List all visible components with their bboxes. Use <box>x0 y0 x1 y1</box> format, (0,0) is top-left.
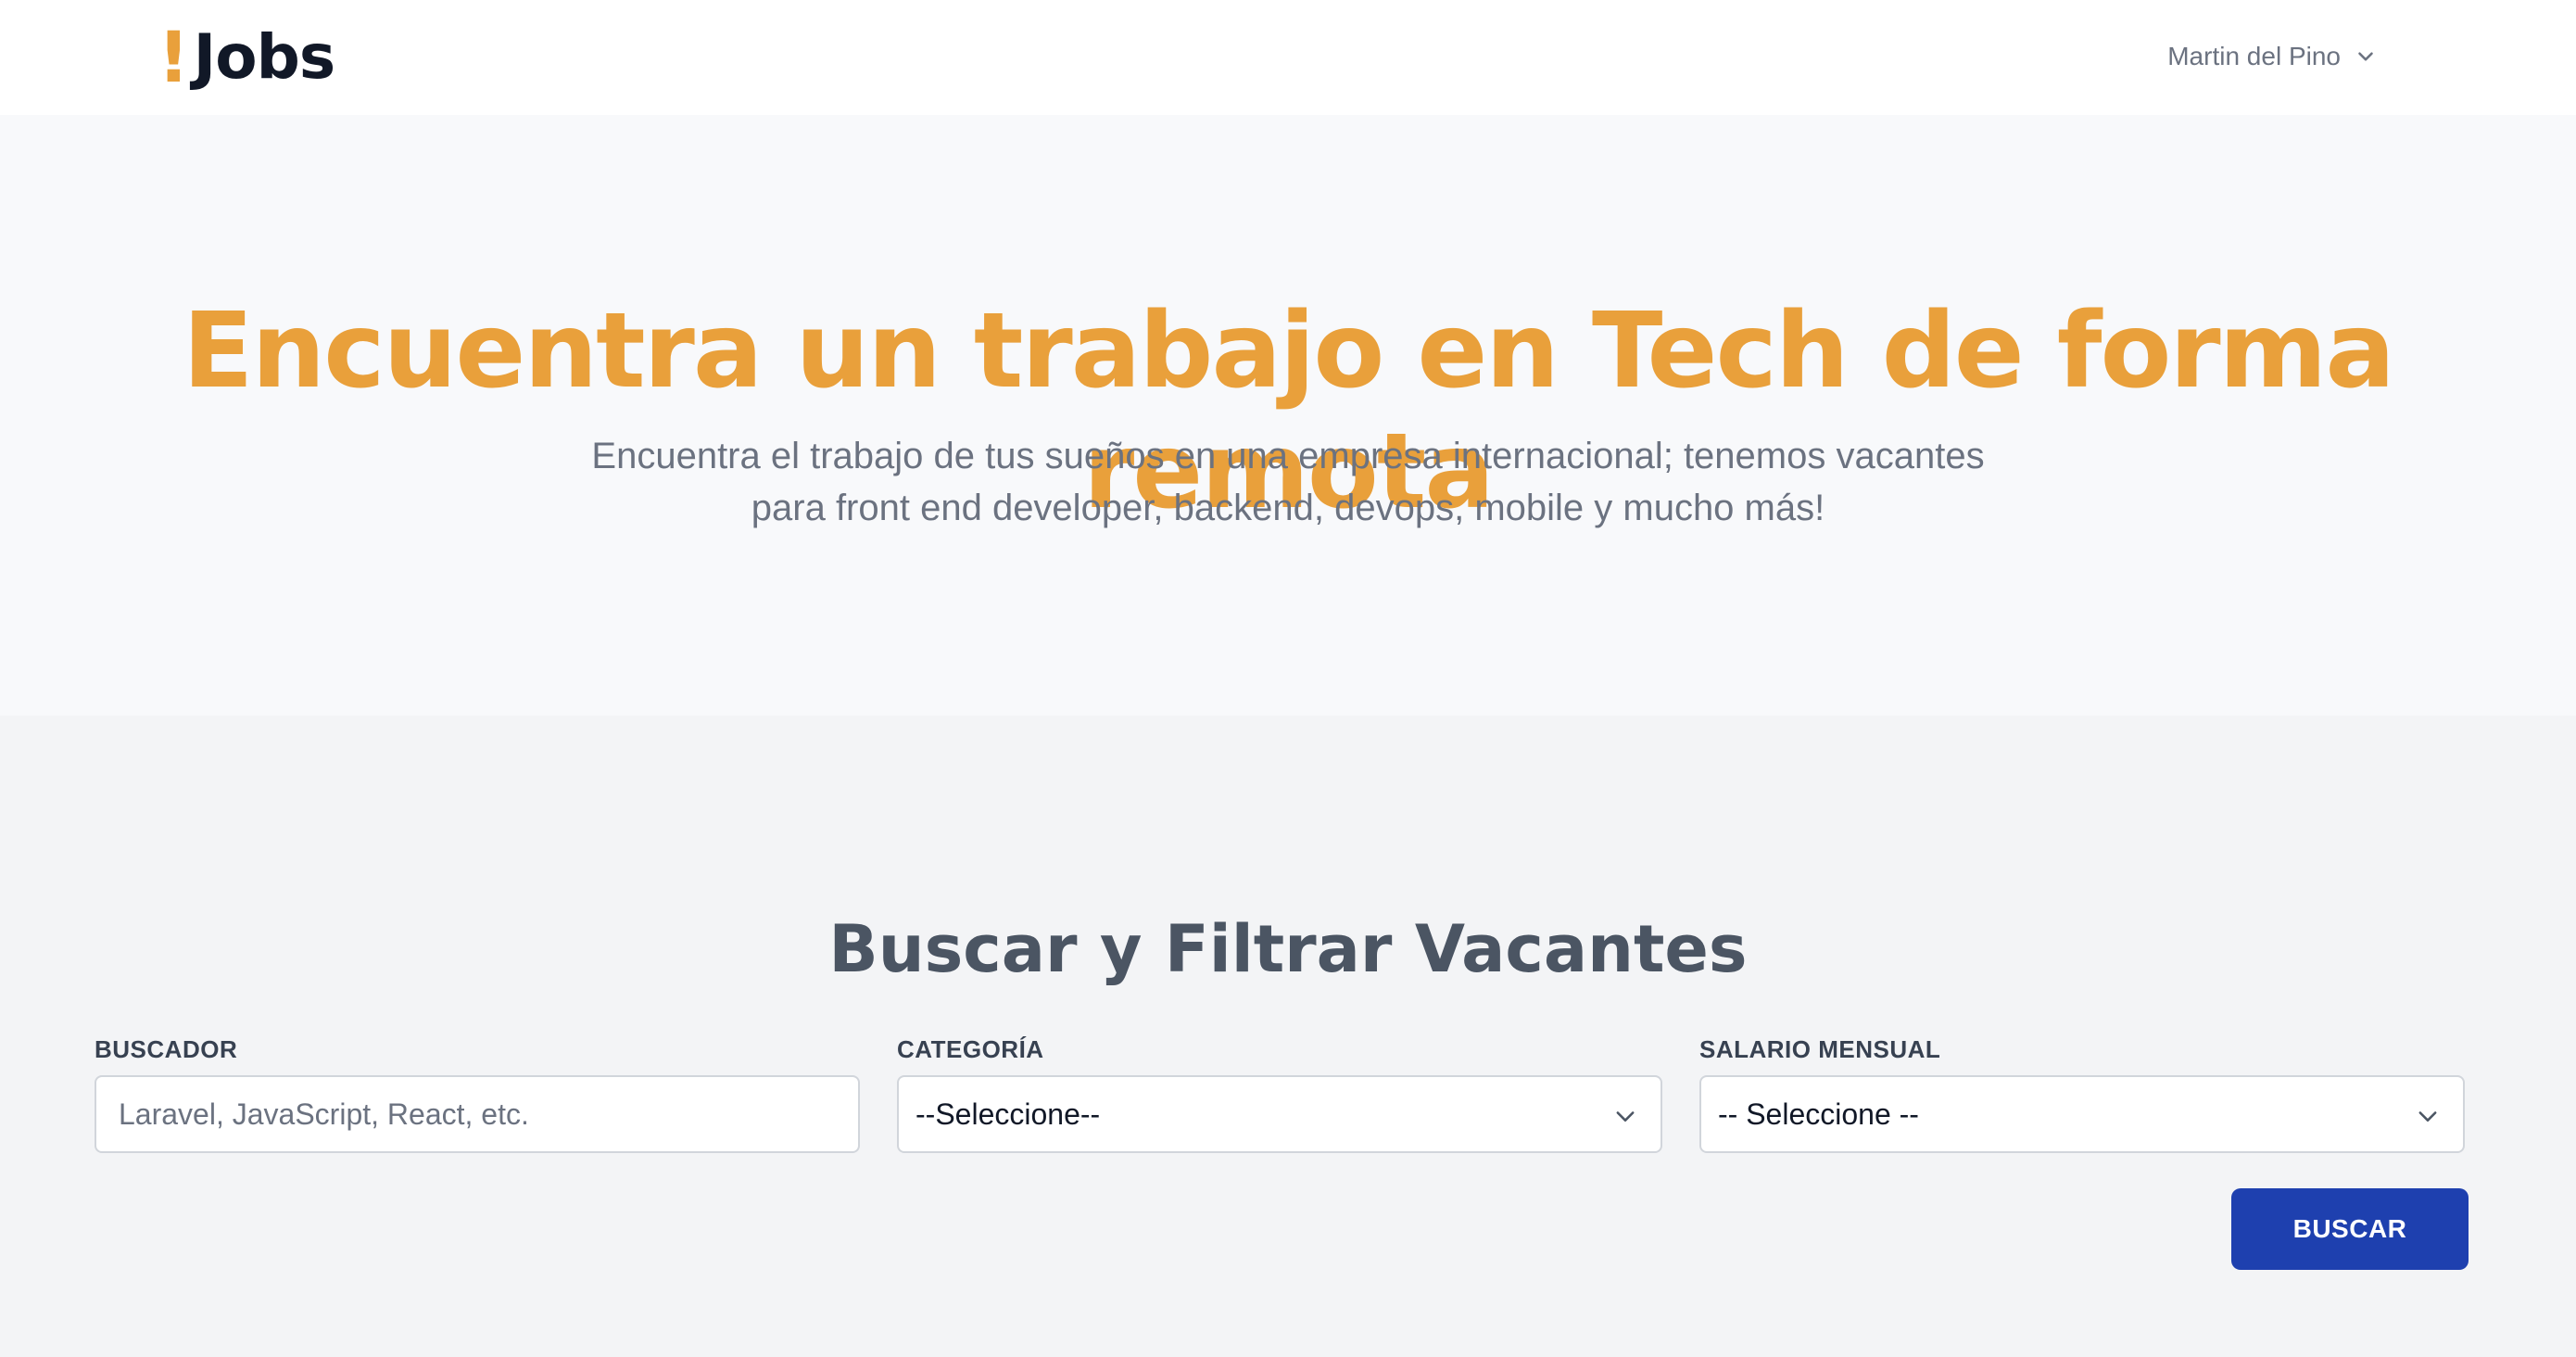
chevron-down-icon <box>2358 52 2373 61</box>
buscador-field-group: BUSCADOR <box>95 1031 860 1153</box>
salario-label: SALARIO MENSUAL <box>1699 1035 1941 1063</box>
search-input[interactable] <box>96 1077 858 1151</box>
categoria-label: CATEGORÍA <box>897 1035 1044 1063</box>
user-menu-dropdown[interactable]: Martin del Pino <box>2167 35 2378 78</box>
logo-text: Jobs <box>193 21 335 93</box>
search-section-title: Buscar y Filtrar Vacantes <box>828 911 1748 987</box>
search-filter-section: Buscar y Filtrar Vacantes BUSCADOR CATEG… <box>0 716 2576 1357</box>
buscador-input-wrapper <box>95 1075 860 1153</box>
chevron-down-icon <box>1616 1111 1635 1122</box>
salario-selected-value: -- Seleccione -- <box>1718 1097 1919 1131</box>
hero-subtitle: Encuentra el trabajo de tus sueños en un… <box>591 436 1985 528</box>
hero-section: Encuentra un trabajo en Tech de forma re… <box>0 115 2576 716</box>
logo-exclamation-mark: ! <box>158 16 190 98</box>
categoria-field-group: CATEGORÍA --Seleccione-- <box>897 1031 1662 1153</box>
buscar-button[interactable]: BUSCAR <box>2231 1188 2469 1270</box>
buscador-label: BUSCADOR <box>95 1035 238 1063</box>
categoria-select[interactable]: --Seleccione-- <box>897 1075 1662 1153</box>
salario-select[interactable]: -- Seleccione -- <box>1699 1075 2465 1153</box>
logo[interactable]: ! Jobs <box>158 20 335 95</box>
categoria-selected-value: --Seleccione-- <box>915 1097 1101 1131</box>
chevron-down-icon <box>2418 1111 2437 1122</box>
salario-field-group: SALARIO MENSUAL -- Seleccione -- <box>1699 1031 2465 1153</box>
user-name: Martin del Pino <box>2167 42 2341 70</box>
top-navigation-bar: ! Jobs Martin del Pino <box>0 0 2576 115</box>
